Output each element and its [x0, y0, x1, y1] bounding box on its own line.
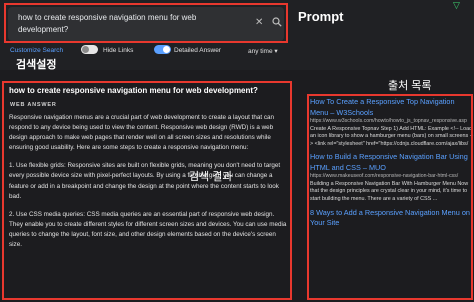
hide-links-toggle[interactable]: [81, 45, 98, 54]
prompt-annotation: Prompt: [298, 9, 344, 24]
time-filter-select[interactable]: any time ▾: [248, 47, 278, 55]
time-filter-label: any time: [248, 48, 273, 55]
chevron-down-icon: ▾: [274, 48, 278, 55]
results-highlight-box: [2, 81, 292, 300]
hide-links-label: Hide Links: [103, 47, 134, 54]
sources-highlight-box: [307, 94, 473, 300]
prompt-highlight-box: [4, 3, 288, 43]
results-annotation: 검색 결과: [189, 171, 233, 183]
detailed-answer-toggle[interactable]: [154, 45, 171, 54]
customize-search-link[interactable]: Customize Search: [10, 47, 63, 54]
filter-icon[interactable]: ▽: [453, 0, 460, 11]
toggle-knob: [163, 46, 170, 53]
settings-annotation: 검색설정: [16, 59, 57, 71]
sources-annotation: 출처 목록: [388, 80, 432, 92]
detailed-answer-label: Detailed Answer: [174, 47, 221, 54]
toggle-knob: [82, 46, 89, 53]
